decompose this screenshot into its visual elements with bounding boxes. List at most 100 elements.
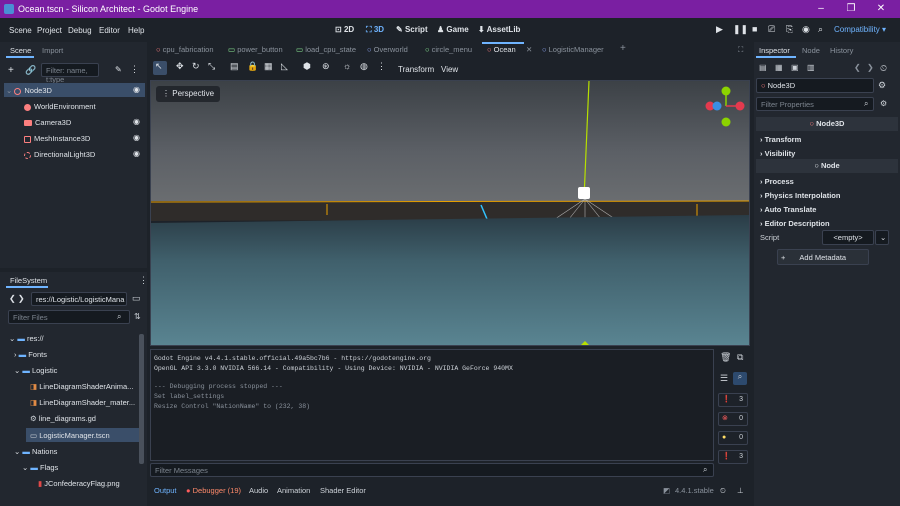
search-toggle-icon[interactable]: ⌕ xyxy=(733,372,747,385)
close-icon[interactable]: ✕ xyxy=(526,45,532,54)
tree-item-meshinstance3d[interactable]: MeshInstance3D xyxy=(24,134,90,143)
filter-info-button[interactable]: ❗ 3 xyxy=(718,450,748,464)
scene-tab-active[interactable]: ○ Ocean xyxy=(487,45,516,54)
tab-inspector[interactable]: Inspector xyxy=(759,46,790,55)
select-icon[interactable]: ↖ xyxy=(155,61,163,72)
scene-tab[interactable]: ▭ power_button xyxy=(228,45,283,54)
menu-project[interactable]: Project xyxy=(37,26,62,35)
transform-menu[interactable]: Transform xyxy=(398,65,434,74)
tune-icon[interactable]: ⚙ xyxy=(880,99,887,108)
fs-item-file[interactable]: ⚙ line_diagrams.gd xyxy=(30,414,96,423)
visibility-eye-icon[interactable]: ◉ xyxy=(133,149,140,158)
layout-toggle-icon[interactable]: ▭ xyxy=(132,293,141,304)
chevron-down-icon[interactable]: ⌄ xyxy=(875,230,889,245)
add-node-icon[interactable]: + xyxy=(8,65,14,76)
group-icon[interactable]: ▦ xyxy=(264,61,273,72)
object-selector[interactable]: ○ Node3D xyxy=(756,78,874,93)
distraction-free-icon[interactable]: ⛶ xyxy=(738,45,743,55)
tree-item-camera3d[interactable]: Camera3D xyxy=(24,118,71,127)
menu-debug[interactable]: Debug xyxy=(68,26,92,35)
fs-item-fonts[interactable]: › ▬ Fonts xyxy=(14,350,47,359)
back-icon[interactable]: ❮ xyxy=(854,63,861,72)
move-icon[interactable]: ✥ xyxy=(176,61,184,72)
fs-item-file[interactable]: ▭ LogisticManager.tscn xyxy=(30,431,110,440)
filter-warnings-button[interactable]: ● 0 xyxy=(718,431,748,445)
history-icon[interactable]: ⏲ xyxy=(880,63,887,74)
scene-tab[interactable]: ○ Overworld xyxy=(367,45,408,54)
menu-help[interactable]: Help xyxy=(128,26,144,35)
script-attach-icon[interactable]: ✎ xyxy=(115,65,122,74)
scene-tab[interactable]: ○ cpu_fabrication xyxy=(156,45,214,54)
ruler-icon[interactable]: ◺ xyxy=(281,61,288,72)
minimize-icon[interactable]: – xyxy=(814,2,828,16)
snap-icon[interactable]: ⊛ xyxy=(322,61,330,72)
play-custom-icon[interactable]: ⎘ xyxy=(786,24,793,35)
fs-item-file[interactable]: ◨ LineDiagramShader_mater... xyxy=(30,398,135,407)
path-field[interactable]: res://Logistic/LogisticMana xyxy=(31,292,127,306)
menu-dots-icon[interactable]: ⋮ xyxy=(130,64,139,75)
link-icon[interactable]: 🔗 xyxy=(25,65,36,76)
tab-scene[interactable]: Scene xyxy=(10,46,31,55)
bottom-tab-audio[interactable]: Audio xyxy=(249,486,268,495)
script-field[interactable]: <empty> xyxy=(822,230,874,245)
tree-item-directionallight3d[interactable]: DirectionalLight3D xyxy=(24,150,95,159)
sun-icon[interactable]: ☼ xyxy=(343,61,351,71)
new-resource-icon[interactable]: ▤ xyxy=(759,63,767,72)
environment-icon[interactable]: ◍ xyxy=(360,61,368,72)
scene-tab[interactable]: ○ LogisticManager xyxy=(542,45,604,54)
list-select-icon[interactable]: ▤ xyxy=(230,61,239,72)
fs-item-file[interactable]: ▮ JConfederacyFlag.png xyxy=(38,479,120,488)
play-icon[interactable]: ▶ xyxy=(716,24,723,35)
add-metadata-button[interactable]: + Add Metadata xyxy=(777,249,869,265)
section-process[interactable]: › Process xyxy=(760,177,794,186)
fs-item-logistic[interactable]: ⌄ ▬ Logistic xyxy=(14,366,57,375)
scene-tab[interactable]: ▭ load_cpu_state xyxy=(296,45,356,54)
object-menu-icon[interactable]: ⚙ xyxy=(878,80,886,91)
scrollbar[interactable] xyxy=(139,334,144,464)
maximize-icon[interactable]: ❐ xyxy=(844,2,858,16)
bottom-tab-animation[interactable]: Animation xyxy=(277,486,310,495)
bottom-tab-shader-editor[interactable]: Shader Editor xyxy=(320,486,366,495)
filter-errors-button[interactable]: ⊗ 0 xyxy=(718,412,748,426)
fs-item-res[interactable]: ⌄ ▬ res:// xyxy=(9,334,44,343)
view-menu[interactable]: View xyxy=(441,65,458,74)
sort-icon[interactable]: ⇅ xyxy=(134,312,141,321)
section-physics-interpolation[interactable]: › Physics Interpolation xyxy=(760,191,840,200)
clear-log-icon[interactable]: 🗑 xyxy=(720,352,731,363)
fs-item-flags[interactable]: ⌄ ▬ Flags xyxy=(22,463,58,472)
section-visibility[interactable]: › Visibility xyxy=(760,149,795,158)
menu-scene[interactable]: Scene xyxy=(9,26,32,35)
stop-icon[interactable]: ■ xyxy=(752,24,757,34)
filter-properties-input[interactable]: Filter Properties xyxy=(756,97,874,111)
perspective-button[interactable]: ⋮ Perspective xyxy=(156,86,221,102)
workspace-3d-button[interactable]: ⛶ 3D xyxy=(366,25,384,35)
tab-history[interactable]: History xyxy=(830,46,853,55)
scale-icon[interactable]: ⤡ xyxy=(208,61,215,72)
filter-messages-button[interactable]: ❗ 3 xyxy=(718,393,748,407)
pin-icon[interactable]: ⊥ xyxy=(737,486,744,495)
open-icon[interactable]: ▦ xyxy=(775,63,783,72)
filter-files-input[interactable]: Filter Files xyxy=(8,310,130,324)
scene-tab[interactable]: ○ circle_menu xyxy=(425,45,472,54)
tab-node[interactable]: Node xyxy=(802,46,820,55)
workspace-2d-button[interactable]: ⊡ 2D xyxy=(335,25,354,34)
workspace-assetlib-button[interactable]: ⬇ AssetLib xyxy=(478,25,520,34)
fs-item-nations[interactable]: ⌄ ▬ Nations xyxy=(14,447,57,456)
forward-icon[interactable]: ❯ xyxy=(867,63,874,72)
section-editor-description[interactable]: › Editor Description xyxy=(760,219,830,228)
pause-icon[interactable]: ❚❚ xyxy=(733,24,748,35)
close-icon[interactable]: ✕ xyxy=(874,2,888,16)
copy-icon[interactable]: ⧉ xyxy=(737,352,743,363)
new-tab-icon[interactable]: + xyxy=(620,43,626,54)
scene-filter-input[interactable]: Filter: name, t:type xyxy=(41,63,99,84)
filter-messages-input[interactable]: Filter Messages xyxy=(150,463,714,477)
save-icon[interactable]: ▣ xyxy=(791,63,799,72)
menu-editor[interactable]: Editor xyxy=(99,26,120,35)
tree-item-worldenvironment[interactable]: WorldEnvironment xyxy=(24,102,96,111)
lock-icon[interactable]: 🔒 xyxy=(247,61,258,72)
workspace-script-button[interactable]: ✎ Script xyxy=(396,25,428,34)
collapse-icon[interactable]: ☰ xyxy=(720,373,728,384)
menu-dots-icon[interactable]: ⋮ xyxy=(139,275,148,286)
more-icon[interactable]: ⋮ xyxy=(377,61,386,72)
local-space-icon[interactable]: ⬢ xyxy=(303,61,311,72)
